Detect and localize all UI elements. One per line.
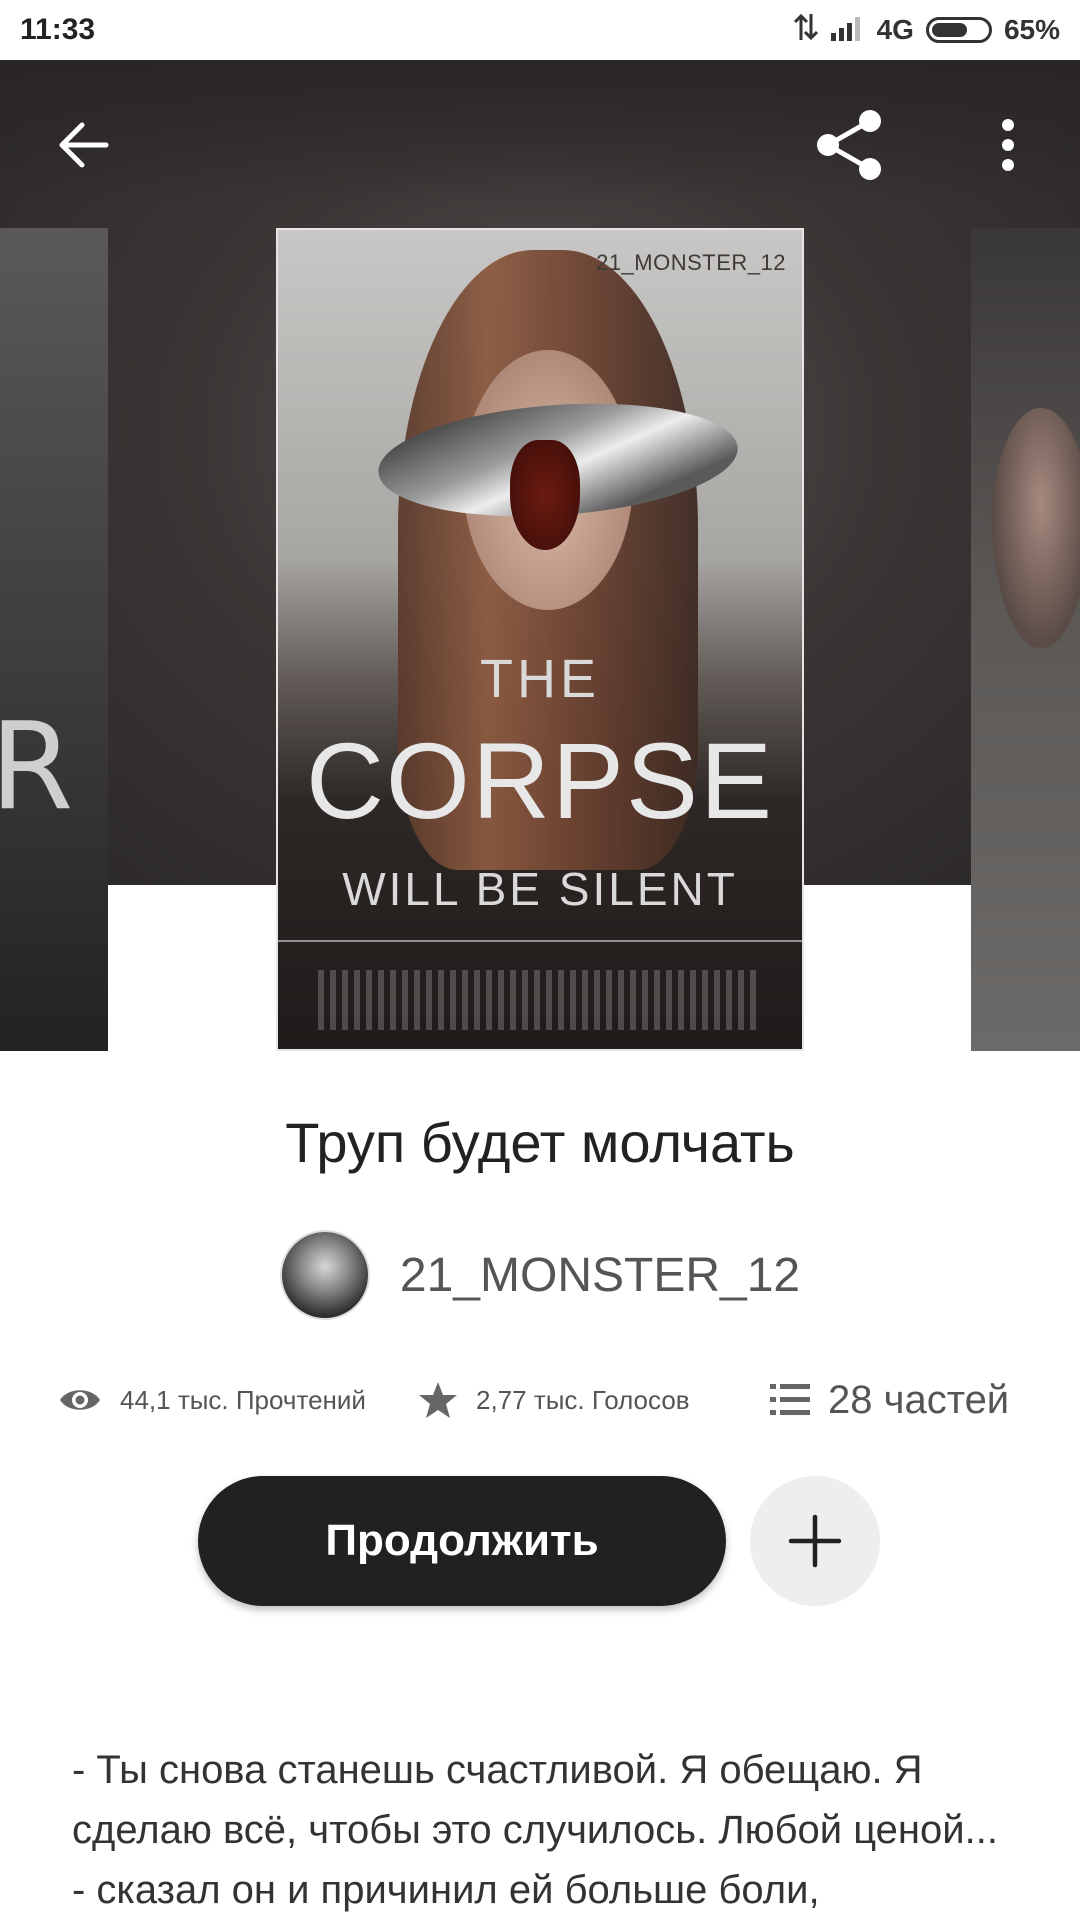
status-time: 11:33 <box>20 13 96 46</box>
star-icon <box>419 1382 457 1418</box>
story-cover[interactable]: 21_MONSTER_12 THE CORPSE WILL BE SILENT <box>276 228 804 1051</box>
cover-credits <box>318 970 762 1030</box>
cover-title-line2: CORPSE <box>305 720 775 841</box>
cover-author-mark: 21_MONSTER_12 <box>596 250 786 275</box>
story-description: - Ты снова станешь счастливой. Я обещаю.… <box>72 1748 998 1912</box>
eye-icon <box>60 1390 100 1410</box>
votes-stat: 2,77 тыс. Голосов <box>418 1370 690 1430</box>
author-name[interactable]: 21_MONSTER_12 <box>400 1248 800 1303</box>
back-button[interactable] <box>44 105 124 185</box>
toolbar <box>0 60 1080 230</box>
continue-reading-button[interactable]: Продолжить <box>198 1476 726 1606</box>
share-button[interactable] <box>810 105 890 185</box>
reads-count: 44,1 тыс. Прочтений <box>120 1384 366 1415</box>
status-bar: 11:33 4G 65% <box>0 0 1080 60</box>
previous-cover-letter: R <box>0 698 74 837</box>
author-row[interactable]: 21_MONSTER_12 <box>0 1230 1080 1320</box>
share-icon <box>817 110 881 180</box>
more-vertical-icon <box>1002 119 1014 171</box>
battery-fill <box>931 23 968 37</box>
battery-percent: 65% <box>1003 14 1060 45</box>
reads-stat: 44,1 тыс. Прочтений <box>58 1370 366 1430</box>
more-options-button[interactable] <box>968 105 1048 185</box>
network-type: 4G <box>876 14 914 45</box>
story-details-screen: 11:33 4G 65% R 21_MONSTER_12 THE CORPSE … <box>0 0 1080 1920</box>
signal-icon <box>830 13 865 48</box>
next-cover-face <box>991 408 1080 648</box>
story-title: Труп будет молчать <box>285 1111 795 1174</box>
author-avatar[interactable] <box>279 1230 370 1320</box>
parts-count: 28 частей <box>828 1377 1010 1422</box>
plus-icon <box>788 1514 842 1568</box>
cover-divider <box>278 940 802 942</box>
battery-icon <box>925 17 992 43</box>
data-transfer-icon <box>793 12 819 49</box>
arrow-left-icon <box>59 122 109 168</box>
previous-cover[interactable]: R <box>0 228 108 1051</box>
parts-stat[interactable]: 28 частей <box>770 1370 1009 1430</box>
cover-title-line1: THE <box>480 649 600 709</box>
story-stats: 44,1 тыс. Прочтений 2,77 тыс. Голосов 28… <box>0 1370 1080 1430</box>
status-indicators: 4G 65% <box>793 12 1060 49</box>
add-to-library-button[interactable] <box>750 1476 880 1606</box>
list-icon <box>770 1384 810 1415</box>
votes-count: 2,77 тыс. Голосов <box>476 1384 690 1415</box>
cover-title-line3: WILL BE SILENT <box>342 863 738 915</box>
next-cover[interactable] <box>971 228 1080 1051</box>
cover-blood <box>510 440 580 550</box>
